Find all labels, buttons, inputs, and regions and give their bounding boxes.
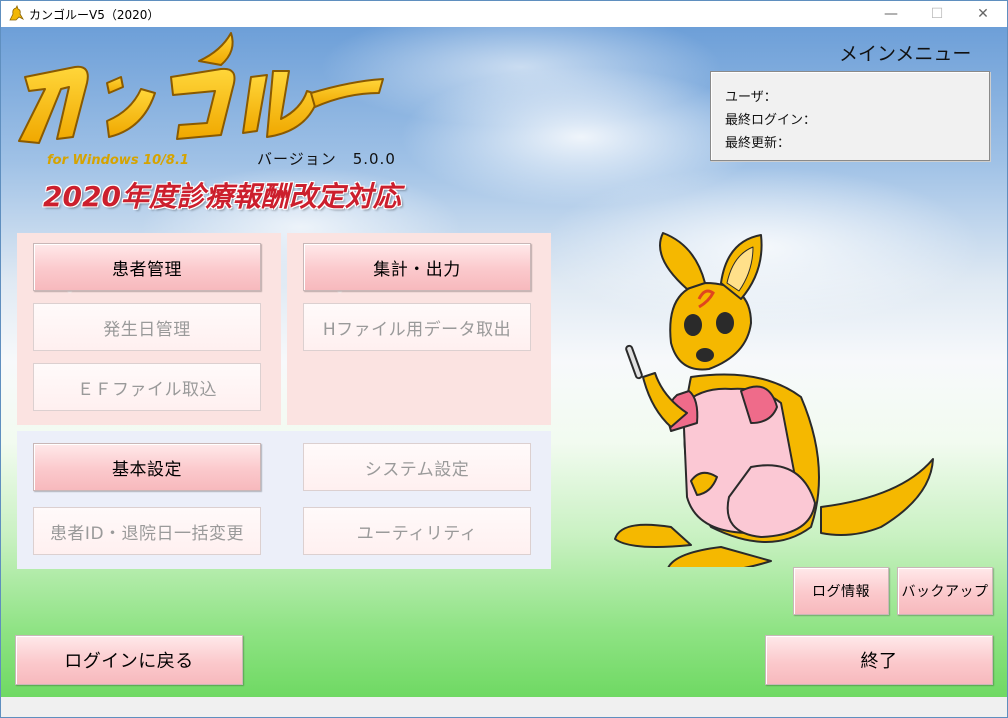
- back-to-login-button[interactable]: ログインに戻る: [15, 635, 243, 685]
- basic-settings-button[interactable]: 基本設定: [33, 443, 261, 491]
- logo-subtitle: for Windows 10/8.1: [47, 153, 189, 168]
- backup-button[interactable]: バックアップ: [897, 567, 993, 615]
- app-window: カンゴルーV5（2020） — ☐ ✕ for Windows 10/8.1 バ…: [0, 0, 1008, 718]
- log-info-button[interactable]: ログ情報: [793, 567, 889, 615]
- exit-button[interactable]: 終了: [765, 635, 993, 685]
- patient-id-bulk-change-button[interactable]: 患者ID・退院日一括変更: [33, 507, 261, 555]
- kangaroo-app-icon: [9, 5, 25, 21]
- user-info-box: ユーザ： 最終ログイン： 最終更新：: [710, 71, 990, 161]
- patient-management-button[interactable]: 患者管理: [33, 243, 261, 291]
- minimize-button[interactable]: —: [868, 1, 914, 27]
- aggregate-output-button[interactable]: 集計・出力: [303, 243, 531, 291]
- main-menu-area: for Windows 10/8.1 バージョン 5.0.0 2020年度診療報…: [1, 27, 1007, 697]
- title-bar[interactable]: カンゴルーV5（2020） — ☐ ✕: [1, 1, 1007, 27]
- last-login-label: 最終ログイン：: [725, 113, 817, 128]
- version-label: バージョン 5.0.0: [257, 150, 396, 168]
- revision-banner: 2020年度診療報酬改定対応: [43, 180, 401, 213]
- window-title: カンゴルーV5（2020）: [29, 8, 160, 22]
- maximize-button[interactable]: ☐: [914, 1, 960, 27]
- last-update-label: 最終更新：: [725, 136, 791, 151]
- onset-date-management-button[interactable]: 発生日管理: [33, 303, 261, 351]
- ef-file-import-button[interactable]: ＥＦファイル取込: [33, 363, 261, 411]
- system-settings-button[interactable]: システム設定: [303, 443, 531, 491]
- h-file-data-export-button[interactable]: Hファイル用データ取出: [303, 303, 531, 351]
- kangoru-logo: [18, 32, 384, 144]
- close-button[interactable]: ✕: [960, 1, 1006, 27]
- kangaroo-nurse-mascot: [614, 232, 934, 567]
- user-label: ユーザ：: [725, 90, 777, 105]
- menu-title: メインメニュー: [839, 43, 972, 65]
- utility-button[interactable]: ユーティリティ: [303, 507, 531, 555]
- status-bar: [1, 697, 1007, 717]
